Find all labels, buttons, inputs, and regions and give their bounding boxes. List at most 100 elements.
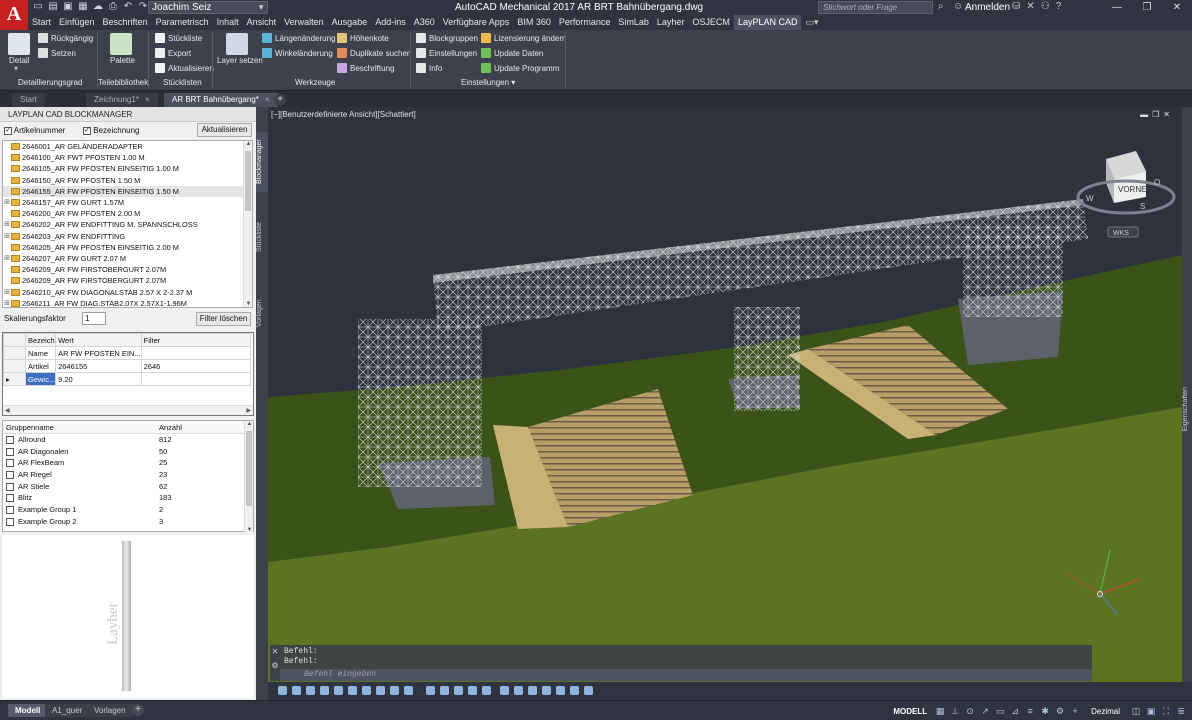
filter-loeschen-button[interactable]: Filter löschen bbox=[196, 312, 251, 326]
view-tool-icon[interactable] bbox=[482, 686, 491, 695]
view-tool-icon[interactable] bbox=[584, 686, 593, 695]
view-tool-icon[interactable] bbox=[320, 686, 329, 695]
close-button[interactable]: ✕ bbox=[1162, 0, 1192, 15]
group-checkbox[interactable] bbox=[6, 482, 14, 491]
view-tool-icon[interactable] bbox=[440, 686, 449, 695]
search-icon[interactable]: ⌕ bbox=[938, 1, 944, 12]
close-icon[interactable]: × bbox=[265, 95, 270, 104]
layout-tab-a1-quer[interactable]: A1_quer bbox=[45, 704, 90, 717]
grid-cell-filter[interactable]: 2646 bbox=[140, 359, 252, 373]
hoehenkote-button[interactable]: Höhenkote bbox=[337, 33, 389, 43]
units-selector[interactable]: Dezimal bbox=[1085, 707, 1126, 716]
grid-cell-value[interactable]: AR FW PFOSTEN EIN... bbox=[55, 346, 142, 360]
group-row[interactable]: Allround 812 bbox=[3, 434, 253, 446]
tab-einfuegen[interactable]: Einfügen bbox=[55, 15, 99, 30]
exchange-icon[interactable]: ✕ bbox=[1026, 1, 1034, 12]
info-button[interactable]: Info bbox=[416, 63, 442, 73]
scroll-down-icon[interactable]: ▼ bbox=[244, 301, 252, 307]
model-viewport[interactable]: VORNE W O S WKS [−][Benutzerdefinierte A… bbox=[268, 107, 1182, 682]
workspace-gear-icon[interactable]: ⚙ bbox=[1055, 706, 1065, 716]
add-layout-button[interactable]: + bbox=[132, 704, 144, 716]
doc-tab-start[interactable]: Start bbox=[12, 93, 45, 107]
workspace-combo[interactable]: Joachim Seiz ▼ bbox=[148, 1, 268, 14]
detail-button[interactable]: Detail bbox=[9, 56, 29, 65]
tree-item[interactable]: 2646209_AR FW FIRSTOBERGURT 2.07M bbox=[3, 275, 252, 286]
tree-item[interactable]: ⊞ 2646210_AR FW DIAGONALSTAB 2.57 X 2-2.3… bbox=[3, 286, 252, 297]
tree-item[interactable]: ⊞ 2646202_AR FW ENDFITTING M. SPANNSCHLOS… bbox=[3, 219, 252, 230]
view-tool-icon[interactable] bbox=[454, 686, 463, 695]
grid-cell-filter[interactable] bbox=[140, 372, 252, 386]
layout-tab-vorlagen[interactable]: Vorlagen bbox=[87, 704, 133, 717]
layout-tab-modell[interactable]: Modell bbox=[8, 704, 48, 717]
group-checkbox[interactable] bbox=[6, 435, 14, 444]
expand-icon[interactable]: ⊞ bbox=[3, 231, 11, 242]
tree-item[interactable]: 2646150_AR FW PFOSTEN 1.50 M bbox=[3, 175, 252, 186]
scroll-thumb[interactable] bbox=[245, 151, 251, 211]
palette-icon[interactable] bbox=[110, 33, 132, 55]
new-tab-button[interactable]: + bbox=[274, 94, 286, 106]
grid-icon[interactable]: ▦ bbox=[935, 706, 945, 716]
group-checkbox[interactable] bbox=[6, 447, 14, 456]
einstellungen-button[interactable]: Einstellungen bbox=[416, 48, 477, 58]
minimize-icon[interactable]: ▬ bbox=[1140, 110, 1152, 119]
maximize-button[interactable]: ❐ bbox=[1132, 0, 1162, 15]
tree-item[interactable]: ⊞ 2646157_AR FW GURT 1.57M bbox=[3, 197, 252, 208]
side-tab-stueckliste[interactable]: Stückliste bbox=[256, 217, 268, 257]
view-tool-icon[interactable] bbox=[390, 686, 399, 695]
print-icon[interactable]: ⎙ bbox=[107, 1, 119, 13]
view-tool-icon[interactable] bbox=[468, 686, 477, 695]
snap-icon[interactable]: ⊥ bbox=[950, 706, 960, 716]
customize-icon[interactable]: ≣ bbox=[1176, 706, 1186, 716]
update-programm-button[interactable]: Update Programm bbox=[481, 63, 559, 73]
rueckgaengig-button[interactable]: Rückgängig bbox=[38, 33, 93, 43]
expand-icon[interactable]: ⊞ bbox=[3, 219, 11, 230]
laengenaenderung-button[interactable]: Längenänderung bbox=[262, 33, 336, 43]
tree-scrollbar[interactable]: ▲ ▼ bbox=[243, 141, 252, 307]
group-checkbox[interactable] bbox=[6, 517, 14, 526]
view-tool-icon[interactable] bbox=[426, 686, 435, 695]
group-row[interactable]: AR Riegel 23 bbox=[3, 469, 253, 481]
view-tool-icon[interactable] bbox=[500, 686, 509, 695]
open-icon[interactable]: ▤ bbox=[47, 1, 59, 13]
save-as-icon[interactable]: ▦ bbox=[77, 1, 89, 13]
grid-cell-filter[interactable] bbox=[140, 346, 252, 360]
user-help-icon[interactable]: ⚇ bbox=[1041, 1, 1050, 12]
layer-icon[interactable] bbox=[226, 33, 248, 55]
tree-item[interactable]: 2646155_AR FW PFOSTEN EINSEITIG 1.50 M bbox=[3, 185, 252, 197]
view-tool-icon[interactable] bbox=[514, 686, 523, 695]
side-tab-blockmanager[interactable]: Blockmanager bbox=[256, 132, 268, 192]
view-tool-icon[interactable] bbox=[278, 686, 287, 695]
tab-add-ins[interactable]: Add-ins bbox=[371, 15, 410, 30]
login-button[interactable]: Anmelden bbox=[965, 2, 1010, 13]
view-tool-icon[interactable] bbox=[376, 686, 385, 695]
tab-verwalten[interactable]: Verwalten bbox=[280, 15, 328, 30]
hardware-icon[interactable]: ▣ bbox=[1146, 706, 1156, 716]
close-icon[interactable]: × bbox=[145, 95, 150, 104]
osnap-icon[interactable]: ▭ bbox=[995, 706, 1005, 716]
tab-simlab[interactable]: SimLab bbox=[614, 15, 653, 30]
group-row[interactable]: AR FlexBeam 25 bbox=[3, 457, 253, 469]
scroll-right-icon[interactable]: ▶ bbox=[246, 407, 251, 414]
detail-dropdown-icon[interactable]: ▾ bbox=[14, 64, 18, 73]
artikelnummer-checkbox[interactable]: ✓ Artikelnummer bbox=[4, 126, 65, 135]
scroll-left-icon[interactable]: ◀ bbox=[5, 407, 10, 414]
detail-icon[interactable] bbox=[8, 33, 30, 55]
view-tool-icon[interactable] bbox=[570, 686, 579, 695]
otrack-icon[interactable]: ⊿ bbox=[1010, 706, 1020, 716]
tab-layplan-cad[interactable]: LayPLAN CAD bbox=[733, 15, 802, 30]
tab-osjecm[interactable]: OSJECM bbox=[688, 15, 734, 30]
restore-icon[interactable]: ❐ bbox=[1152, 110, 1163, 119]
bezeichnung-checkbox[interactable]: ✓ Bezeichnung bbox=[83, 126, 140, 135]
save-icon[interactable]: ▣ bbox=[62, 1, 74, 13]
beschriftung-button[interactable]: Beschriftung bbox=[337, 63, 394, 73]
tab-a360[interactable]: A360 bbox=[410, 15, 439, 30]
stueckliste-button[interactable]: Stückliste bbox=[155, 33, 202, 43]
grid-hscrollbar[interactable]: ◀ ▶ bbox=[3, 405, 253, 415]
cloud-icon[interactable]: ☁ bbox=[92, 1, 104, 13]
wrench-icon[interactable]: ⚙ bbox=[270, 661, 280, 670]
lineweight-icon[interactable]: ≡ bbox=[1025, 706, 1035, 716]
scroll-down-icon[interactable]: ▼ bbox=[245, 527, 254, 533]
search-input[interactable]: Stichwort oder Frage eingeben bbox=[818, 1, 933, 23]
group-row[interactable]: AR Stiele 62 bbox=[3, 481, 253, 493]
expand-icon[interactable]: ⊞ bbox=[3, 287, 11, 298]
